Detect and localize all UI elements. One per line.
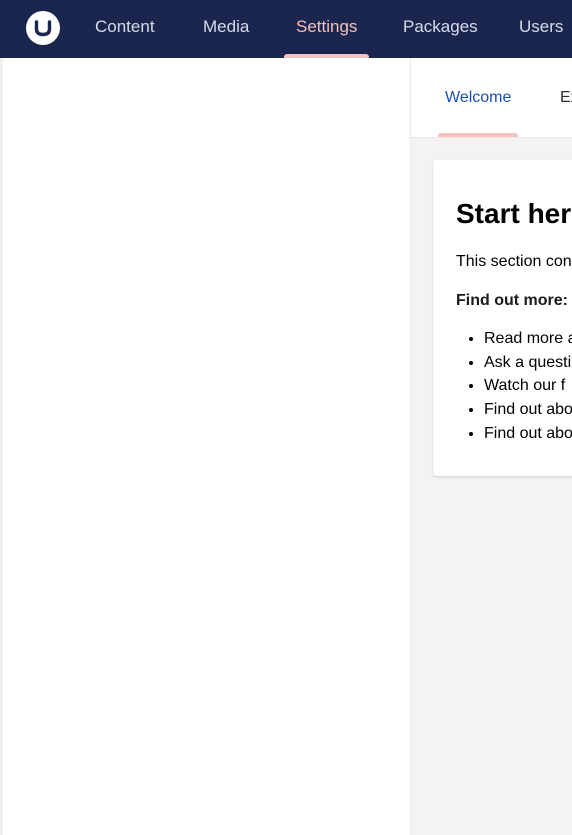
welcome-card: Start here This section con Find out mor… [433,160,572,476]
nav-users[interactable]: Users [519,0,563,58]
resource-links: Read more a Ask a questi Watch our f Fin… [456,327,572,446]
card-title: Start here [456,198,572,229]
umbraco-logo-icon[interactable] [26,11,60,45]
link-watch-videos[interactable]: Watch our f [484,374,572,398]
link-ask-question[interactable]: Ask a questi [484,351,572,375]
link-find-out-1[interactable]: Find out abo [484,398,572,422]
card-intro: This section con [456,253,572,270]
nav-packages[interactable]: Packages [403,0,478,58]
settings-tree-panel [0,58,411,835]
link-read-more[interactable]: Read more a [484,327,572,351]
tab-welcome[interactable]: Welcome [437,58,519,137]
tab-examine[interactable]: Ex [560,58,572,137]
top-navigation-bar: Content Media Settings Packages Users [0,0,572,58]
nav-media[interactable]: Media [203,0,249,58]
nav-settings[interactable]: Settings [283,0,370,58]
nav-content[interactable]: Content [95,0,155,58]
tree-edge [0,58,3,835]
find-out-more-heading: Find out more: [456,292,568,309]
dashboard-tabs: Welcome Ex [411,58,572,138]
link-find-out-2[interactable]: Find out abo [484,422,572,446]
